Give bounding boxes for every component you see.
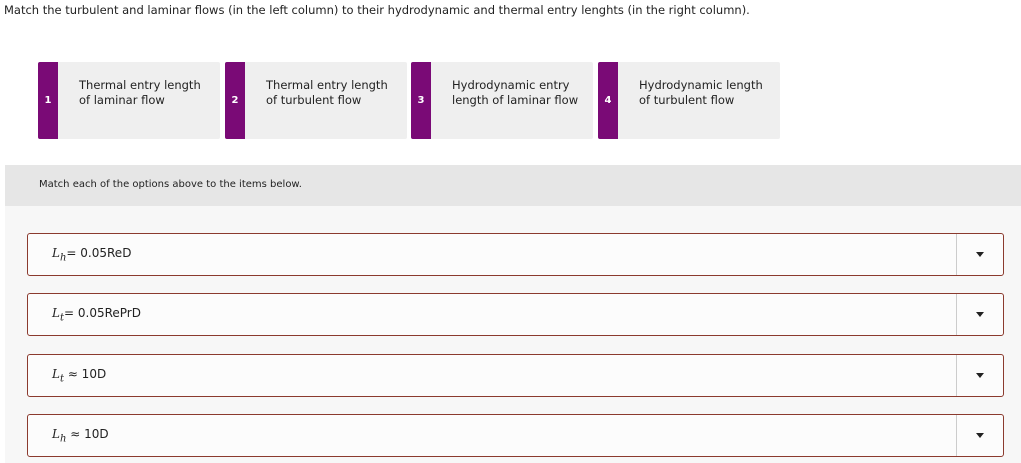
match-dropdown-4[interactable]: Lh ≈ 10D [27,414,1004,457]
formula-expr: ≈ 10D [66,427,109,441]
formula-var: L [52,306,60,320]
formula-expr: ≈ 10D [64,367,107,381]
option-card-4[interactable]: 4 Hydrodynamic length of turbulent flow [598,62,780,139]
formula-var: L [52,367,60,381]
match-dropdown-2[interactable]: Lt= 0.05RePrD [27,293,1004,336]
dropdown-toggle[interactable] [956,294,1003,335]
item-formula: Lt ≈ 10D [52,367,106,384]
caret-down-icon [976,433,984,438]
caret-down-icon [976,312,984,317]
option-card-3[interactable]: 3 Hydrodynamic entry length of laminar fl… [411,62,593,139]
option-card-1[interactable]: 1 Thermal entry length of laminar flow [38,62,220,139]
item-formula: Lh= 0.05ReD [52,246,131,263]
dropdown-toggle[interactable] [956,234,1003,275]
formula-var: L [52,427,60,441]
caret-down-icon [976,252,984,257]
match-dropdown-3[interactable]: Lt ≈ 10D [27,354,1004,397]
formula-expr: = 0.05ReD [66,246,132,260]
option-label: Hydrodynamic length of turbulent flow [639,78,763,107]
formula-var: L [52,246,60,260]
option-label: Hydrodynamic entry length of laminar flo… [452,78,579,107]
question-title: Match the turbulent and laminar flows (i… [4,3,750,17]
option-number: 3 [411,62,431,139]
option-number: 4 [598,62,618,139]
instruction-text: Match each of the options above to the i… [39,179,302,190]
option-label: Thermal entry length of laminar flow [79,78,201,107]
caret-down-icon [976,373,984,378]
dropdown-toggle[interactable] [956,355,1003,396]
option-number: 1 [38,62,58,139]
item-formula: Lt= 0.05RePrD [52,306,141,323]
option-number: 2 [225,62,245,139]
formula-expr: = 0.05RePrD [64,306,141,320]
instruction-bar: Match each of the options above to the i… [5,165,1021,206]
dropdown-toggle[interactable] [956,415,1003,456]
item-formula: Lh ≈ 10D [52,427,109,444]
match-dropdown-1[interactable]: Lh= 0.05ReD [27,233,1004,276]
option-card-2[interactable]: 2 Thermal entry length of turbulent flow [225,62,407,139]
option-label: Thermal entry length of turbulent flow [266,78,388,107]
